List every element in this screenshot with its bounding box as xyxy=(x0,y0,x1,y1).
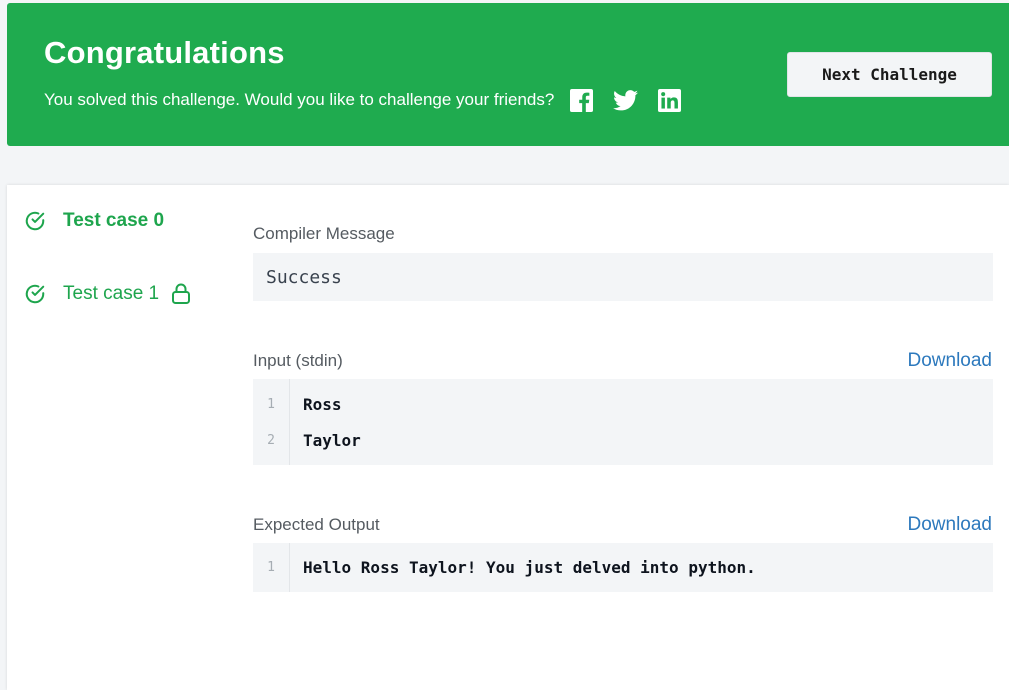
banner-subtitle: You solved this challenge. Would you lik… xyxy=(44,90,555,109)
line-number: 1 xyxy=(267,559,275,575)
line-text: Ross xyxy=(303,394,342,414)
test-case-label: Test case 0 xyxy=(63,210,165,231)
facebook-icon[interactable] xyxy=(569,88,594,113)
line-text: Hello Ross Taylor! You just delved into … xyxy=(303,557,756,577)
code-line: 1 Hello Ross Taylor! You just delved int… xyxy=(253,556,756,578)
line-gutter xyxy=(253,379,290,465)
linkedin-icon[interactable] xyxy=(657,88,682,113)
sidebar-item-test-case-1[interactable]: Test case 1 xyxy=(24,283,191,305)
expected-output-download-link[interactable]: Download xyxy=(908,514,993,536)
input-code-box: 1 Ross 2 Taylor xyxy=(253,379,993,465)
congratulations-banner: Congratulations You solved this challeng… xyxy=(7,3,1009,146)
compiler-message-box: Success xyxy=(253,253,993,301)
test-results-panel: Test case 0 Test case 1 Compiler Message… xyxy=(7,185,1009,690)
input-download-link[interactable]: Download xyxy=(908,350,993,372)
test-case-label: Test case 1 xyxy=(63,283,160,304)
line-number: 1 xyxy=(267,396,275,412)
lock-icon xyxy=(171,283,191,305)
social-share xyxy=(569,88,682,113)
check-circle-icon xyxy=(24,210,46,232)
check-circle-icon xyxy=(24,283,46,305)
code-line: 1 Ross xyxy=(253,393,342,415)
next-challenge-button[interactable]: Next Challenge xyxy=(787,52,992,97)
expected-output-label: Expected Output xyxy=(253,515,380,534)
line-number: 2 xyxy=(267,432,275,448)
expected-output-code-box: 1 Hello Ross Taylor! You just delved int… xyxy=(253,543,993,592)
line-text: Taylor xyxy=(303,430,361,450)
compiler-message-label: Compiler Message xyxy=(253,224,395,243)
twitter-icon[interactable] xyxy=(613,88,639,113)
sidebar-item-test-case-0[interactable]: Test case 0 xyxy=(24,210,164,232)
banner-title: Congratulations xyxy=(44,35,285,70)
banner-subtitle-row: You solved this challenge. Would you lik… xyxy=(44,88,682,112)
input-label: Input (stdin) xyxy=(253,351,343,370)
compiler-message-text: Success xyxy=(266,266,342,288)
code-line: 2 Taylor xyxy=(253,429,361,451)
